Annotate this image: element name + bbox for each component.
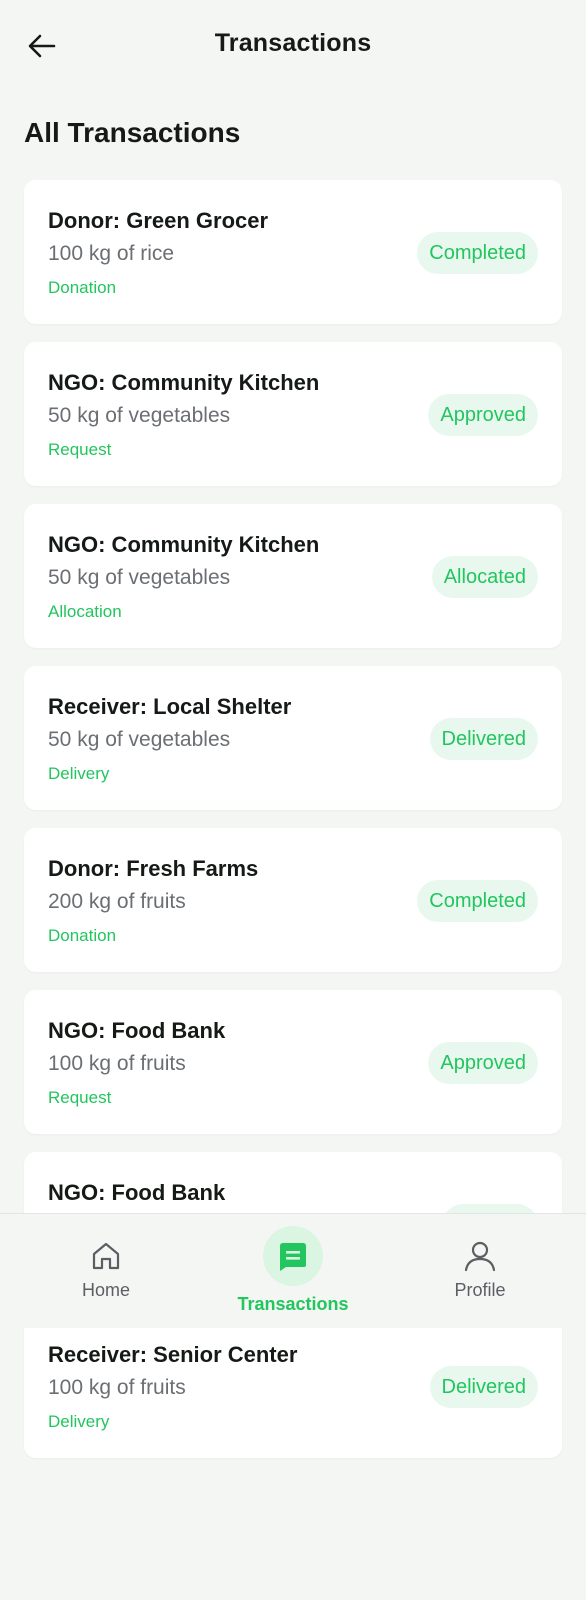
status-badge: Completed (417, 232, 538, 274)
transaction-card[interactable]: Receiver: Local Shelter 50 kg of vegetab… (24, 666, 562, 810)
transaction-quantity: 50 kg of vegetables (48, 728, 231, 751)
transaction-quantity: 50 kg of vegetables (48, 404, 231, 427)
transaction-party: Donor: Green Grocer (48, 208, 269, 233)
transaction-party: NGO: Community Kitchen (48, 532, 320, 557)
transaction-party: Receiver: Senior Center (48, 1342, 298, 1367)
transaction-type: Allocation (48, 602, 122, 621)
transaction-quantity: 50 kg of vegetables (48, 566, 231, 589)
bottom-navigation: Home Transactions Profile (0, 1213, 586, 1328)
receipt-icon (280, 1243, 306, 1271)
status-badge: Allocated (431, 556, 538, 598)
nav-item-transactions[interactable]: Transactions (223, 1226, 363, 1315)
transaction-card[interactable]: Receiver: Senior Center 100 kg of fruits… (24, 1314, 562, 1458)
nav-label-profile: Profile (454, 1280, 506, 1300)
transaction-type: Delivery (48, 764, 110, 783)
transaction-card[interactable]: NGO: Community Kitchen 50 kg of vegetabl… (24, 342, 562, 486)
transaction-quantity: 100 kg of rice (48, 242, 175, 265)
status-badge: Completed (417, 880, 538, 922)
transaction-card[interactable]: Donor: Green Grocer 100 kg of rice Donat… (24, 180, 562, 324)
person-icon (464, 1241, 496, 1272)
transaction-card[interactable]: NGO: Community Kitchen 50 kg of vegetabl… (24, 504, 562, 648)
transaction-type: Delivery (48, 1412, 110, 1431)
transaction-type: Request (48, 1088, 112, 1107)
transaction-quantity: 200 kg of fruits (48, 890, 186, 913)
transaction-type: Donation (48, 926, 117, 945)
section-title: All Transactions (24, 117, 241, 148)
nav-item-home[interactable]: Home (36, 1226, 176, 1301)
nav-label-transactions: Transactions (237, 1294, 349, 1314)
transaction-type: Donation (48, 278, 117, 297)
transaction-party: Donor: Fresh Farms (48, 856, 259, 881)
status-badge: Approved (428, 1042, 538, 1084)
transaction-party: NGO: Food Bank (48, 1180, 226, 1205)
transaction-card[interactable]: Donor: Fresh Farms 200 kg of fruits Dona… (24, 828, 562, 972)
top-app-bar: Transactions (0, 0, 586, 90)
transaction-type: Request (48, 440, 112, 459)
transaction-party: NGO: Community Kitchen (48, 370, 320, 395)
transaction-quantity: 100 kg of fruits (48, 1052, 186, 1075)
page-title: Transactions (214, 29, 372, 57)
home-icon (92, 1242, 120, 1270)
status-badge: Approved (428, 394, 538, 436)
nav-label-home: Home (81, 1280, 130, 1300)
transaction-quantity: 100 kg of fruits (48, 1376, 186, 1399)
transaction-card[interactable]: NGO: Food Bank 100 kg of fruits Request … (24, 990, 562, 1134)
nav-item-profile[interactable]: Profile (410, 1226, 550, 1301)
status-badge: Delivered (429, 1366, 538, 1408)
active-indicator (263, 1226, 323, 1286)
transaction-party: Receiver: Local Shelter (48, 694, 292, 719)
transaction-party: NGO: Food Bank (48, 1018, 226, 1043)
status-badge: Delivered (429, 718, 538, 760)
